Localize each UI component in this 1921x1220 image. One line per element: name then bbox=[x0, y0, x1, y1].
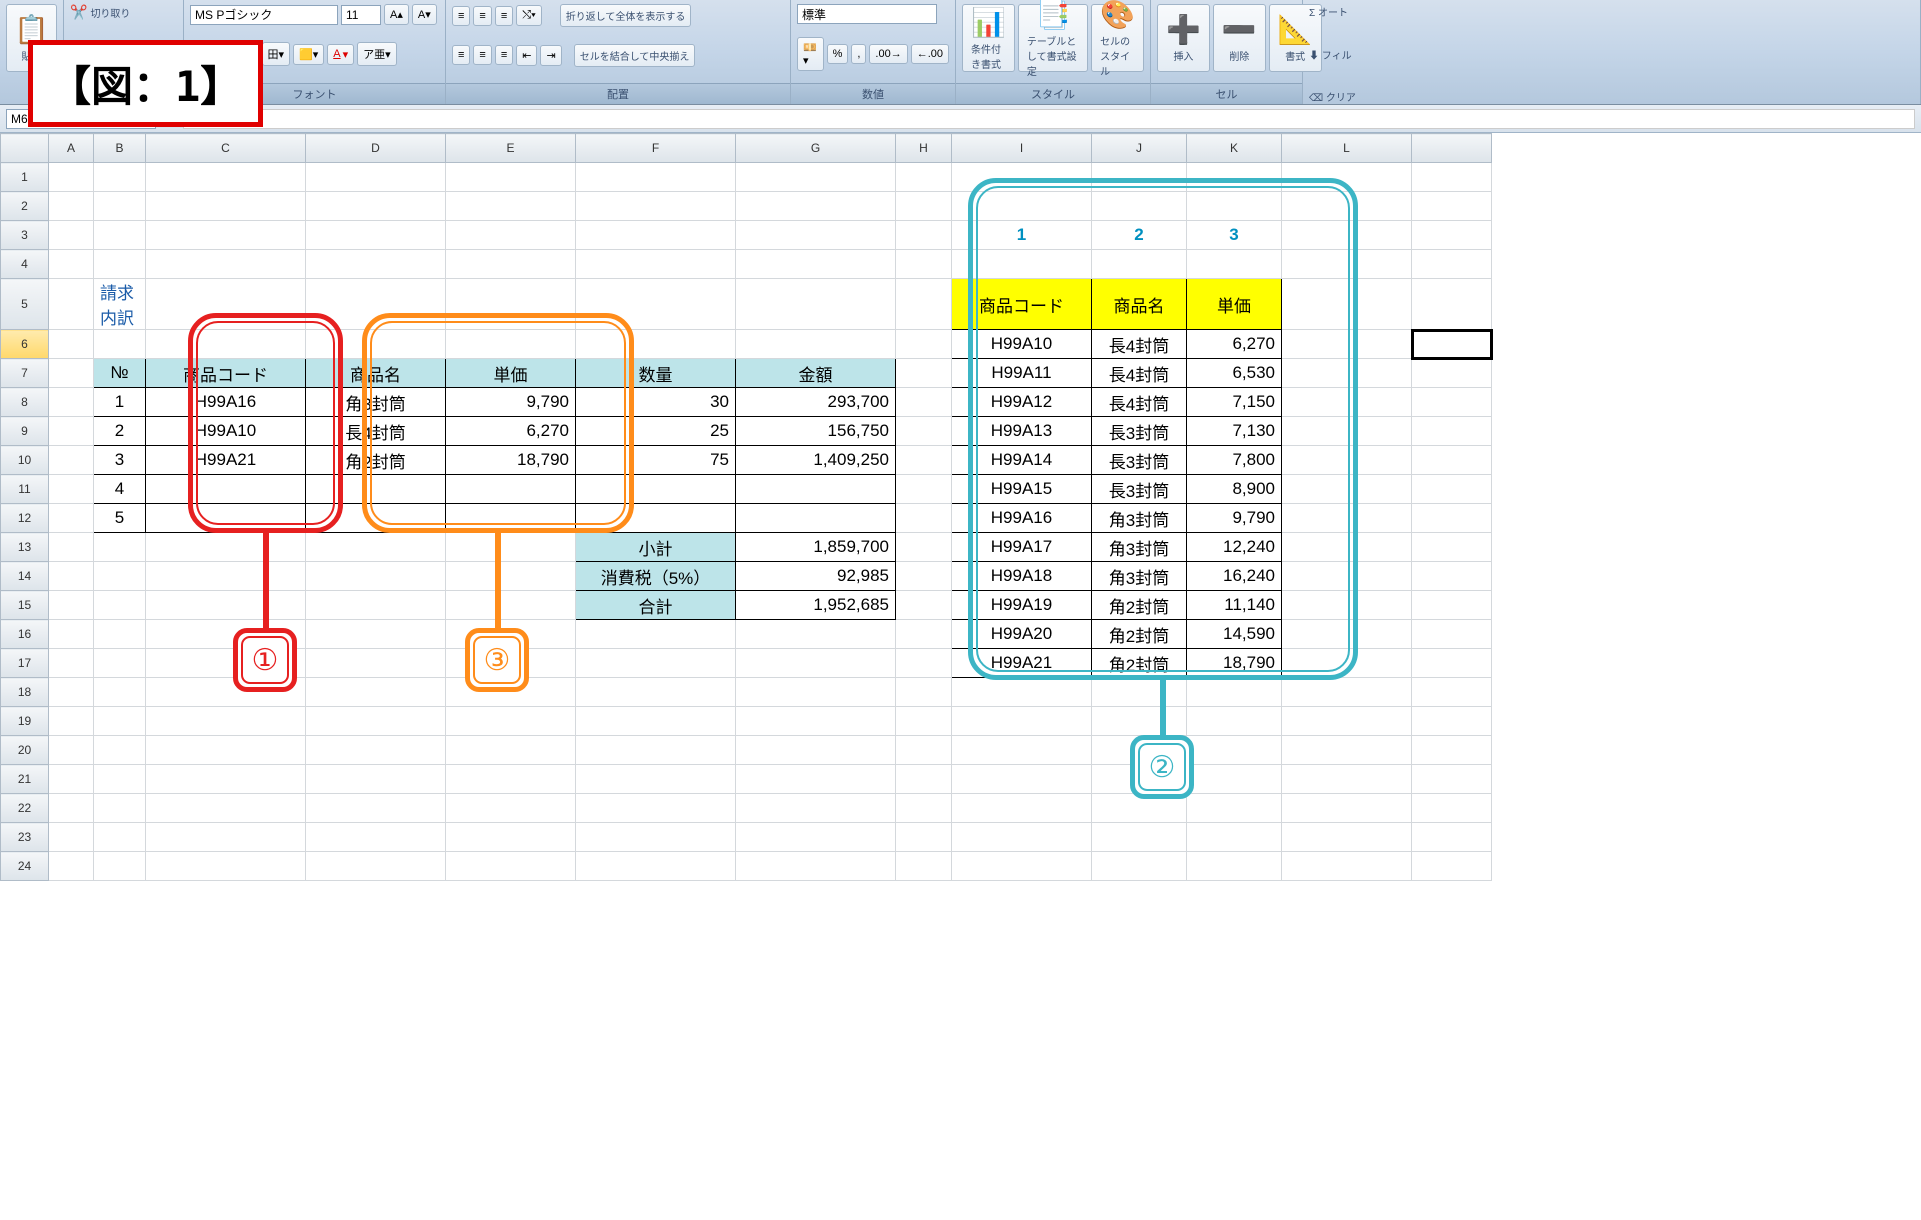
clear-label[interactable]: ⌫ クリア bbox=[1309, 89, 1356, 104]
cells-group-label: セル bbox=[1151, 83, 1302, 104]
alignment-group-label: 配置 bbox=[446, 83, 790, 104]
indent-inc-button[interactable]: ⇥ bbox=[540, 45, 561, 66]
formula-input[interactable] bbox=[183, 109, 1915, 129]
format-table-button[interactable]: 📑テーブルとして書式設定 bbox=[1018, 4, 1088, 72]
font-name-input[interactable] bbox=[190, 5, 338, 25]
cond-format-button[interactable]: 📊条件付き書式 bbox=[962, 4, 1015, 72]
phonetic-button[interactable]: ア亜▾ bbox=[357, 42, 397, 66]
decrease-font-button[interactable]: A▾ bbox=[412, 4, 437, 25]
align-bot-button[interactable]: ≡ bbox=[495, 6, 513, 26]
number-group-label: 数値 bbox=[791, 83, 955, 104]
inc-decimal-button[interactable]: .00→ bbox=[869, 44, 907, 64]
delete-cells-button[interactable]: ➖削除 bbox=[1213, 4, 1266, 72]
cut-label[interactable]: 切り取り bbox=[90, 5, 130, 20]
wrap-text-button[interactable]: 折り返して全体を表示する bbox=[560, 4, 692, 27]
align-top-button[interactable]: ≡ bbox=[452, 6, 470, 26]
dec-decimal-button[interactable]: ←.00 bbox=[911, 44, 949, 64]
ribbon: 📋貼り ✂️切り取り A▴ A▾ B I U▾ 田▾ 🟨▾ A▾ ア亜▾ フォン… bbox=[0, 0, 1921, 105]
align-right-button[interactable]: ≡ bbox=[495, 45, 513, 65]
cell-styles-button[interactable]: 🎨セルのスタイル bbox=[1091, 4, 1144, 72]
comma-button[interactable]: , bbox=[851, 44, 866, 64]
merge-center-button[interactable]: セルを結合して中央揃え bbox=[574, 44, 696, 67]
fill-label[interactable]: ⬇ フィル bbox=[1309, 47, 1352, 62]
scissors-icon: ✂️ bbox=[70, 4, 87, 21]
insert-cells-button[interactable]: ➕挿入 bbox=[1157, 4, 1210, 72]
formula-bar: M6▾ fx bbox=[0, 105, 1921, 133]
autosum-label[interactable]: Σ オート bbox=[1309, 4, 1348, 19]
font-size-input[interactable] bbox=[341, 5, 381, 25]
align-center-button[interactable]: ≡ bbox=[473, 45, 491, 65]
number-format-input[interactable] bbox=[797, 4, 937, 24]
font-color-button[interactable]: A▾ bbox=[327, 44, 354, 65]
percent-button[interactable]: % bbox=[827, 44, 849, 64]
align-left-button[interactable]: ≡ bbox=[452, 45, 470, 65]
indent-dec-button[interactable]: ⇤ bbox=[516, 45, 537, 66]
annotation-badge-3: ③ bbox=[465, 628, 529, 692]
section-title[interactable]: 請求内訳 bbox=[94, 279, 146, 330]
styles-group-label: スタイル bbox=[956, 83, 1150, 104]
align-mid-button[interactable]: ≡ bbox=[473, 6, 491, 26]
increase-font-button[interactable]: A▴ bbox=[384, 4, 409, 25]
annotation-badge-2: ② bbox=[1130, 735, 1194, 799]
border-button[interactable]: 田▾ bbox=[262, 42, 291, 66]
figure-label: 【図：1】 bbox=[28, 40, 263, 127]
fill-color-button[interactable]: 🟨▾ bbox=[293, 44, 324, 65]
worksheet-grid[interactable]: ABCDEFGHIJKL12312345請求内訳商品コード商品名単価6H99A1… bbox=[0, 133, 1921, 1220]
orientation-button[interactable]: ⤭▾ bbox=[516, 5, 541, 26]
accounting-button[interactable]: 💴▾ bbox=[797, 37, 824, 71]
annotation-badge-1: ① bbox=[233, 628, 297, 692]
